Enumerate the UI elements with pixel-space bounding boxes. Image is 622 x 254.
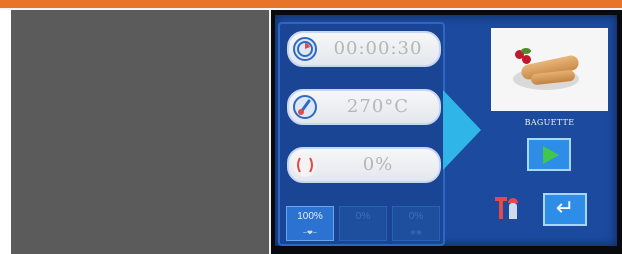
leaf xyxy=(521,48,531,54)
fan-button-sub: ❄❅ xyxy=(410,230,422,237)
flow-arrow-icon xyxy=(443,90,481,170)
temperature-control[interactable]: 270°C xyxy=(287,89,441,125)
return-arrow-icon: ↵ xyxy=(555,196,575,221)
start-button[interactable] xyxy=(527,138,571,171)
steam-icon xyxy=(293,153,317,177)
height-stem xyxy=(499,197,503,219)
timer-icon xyxy=(293,37,317,61)
timer-control[interactable]: 00:00:30 xyxy=(287,31,441,67)
orange-top-bar xyxy=(0,0,622,8)
fan-button-0-b[interactable]: 0% ❄❅ xyxy=(392,206,440,241)
gray-side-panel xyxy=(11,10,269,254)
thermometer-icon xyxy=(293,95,317,119)
fan-button-sub: ~❤~ xyxy=(302,230,318,237)
temperature-value: 270°C xyxy=(346,96,410,117)
fan-button-label: 100% xyxy=(297,211,323,222)
baguette-photo[interactable] xyxy=(491,28,608,111)
touch-screen: 00:00:30 270°C 0% 100% ~❤~ 0% 0% ❄❅ BAGU… xyxy=(275,15,617,246)
settings-column: 00:00:30 270°C 0% 100% ~❤~ 0% 0% ❄❅ xyxy=(278,22,445,246)
photo-frame: 00:00:30 270°C 0% 100% ~❤~ 0% 0% ❄❅ BAGU… xyxy=(0,0,622,254)
fan-button-label: 0% xyxy=(355,211,371,222)
berry xyxy=(522,55,531,64)
recipe-name: BAGUETTE xyxy=(524,118,575,127)
fan-button-label: 0% xyxy=(408,211,424,222)
fan-speed-buttons: 100% ~❤~ 0% 0% ❄❅ xyxy=(286,206,440,241)
timer-value: 00:00:30 xyxy=(333,38,423,59)
oven-cap xyxy=(508,198,518,203)
play-icon xyxy=(543,146,559,164)
fan-button-100[interactable]: 100% ~❤~ xyxy=(286,206,334,241)
oven-height-icon[interactable] xyxy=(493,195,521,223)
oven-pillar xyxy=(509,203,517,219)
steam-value: 0% xyxy=(362,154,394,175)
steam-control[interactable]: 0% xyxy=(287,147,441,183)
oven-control-device: 00:00:30 270°C 0% 100% ~❤~ 0% 0% ❄❅ BAGU… xyxy=(271,10,622,254)
fan-button-0-a[interactable]: 0% xyxy=(339,206,387,241)
back-button[interactable]: ↵ xyxy=(543,193,587,226)
